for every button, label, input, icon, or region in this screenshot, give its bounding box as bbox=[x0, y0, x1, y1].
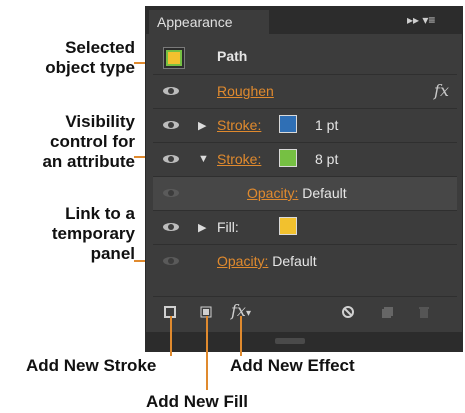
callout-add-new-stroke: Add New Stroke bbox=[26, 356, 157, 375]
panel-menu-controls[interactable]: ▸▸ ▾≡ bbox=[407, 13, 435, 27]
opacity-link[interactable]: Opacity: bbox=[247, 185, 298, 201]
stroke-link[interactable]: Stroke: bbox=[217, 117, 261, 133]
disclosure-triangle-down-icon[interactable]: ▼ bbox=[198, 153, 209, 165]
duplicate-selected-item-icon[interactable] bbox=[381, 305, 395, 319]
opacity-link[interactable]: Opacity: bbox=[217, 253, 268, 269]
row-stroke-opacity[interactable]: Opacity: Default bbox=[153, 176, 457, 210]
callout-selected-object-type: Selected object type bbox=[45, 38, 135, 77]
visibility-eye-icon[interactable] bbox=[163, 255, 179, 267]
row-stroke-8pt[interactable]: ▼ Stroke: 8 pt bbox=[153, 142, 457, 176]
callout-line-add-fill bbox=[206, 316, 208, 390]
row-opacity[interactable]: Opacity: Default bbox=[153, 244, 457, 278]
callout-link-temporary-panel: Link to a temporary panel bbox=[51, 204, 135, 263]
row-roughen[interactable]: Roughen fx bbox=[153, 74, 457, 108]
effect-link-roughen[interactable]: Roughen bbox=[217, 83, 274, 99]
row-path: Path bbox=[153, 40, 457, 74]
visibility-eye-icon[interactable] bbox=[163, 153, 179, 165]
panel-resize-bar[interactable] bbox=[145, 332, 463, 352]
visibility-eye-icon[interactable] bbox=[163, 221, 179, 233]
stroke-link[interactable]: Stroke: bbox=[217, 151, 261, 167]
selected-object-thumbnail bbox=[163, 47, 185, 69]
disclosure-triangle-right-icon[interactable]: ▶ bbox=[198, 119, 206, 132]
stroke-color-swatch[interactable] bbox=[279, 149, 297, 167]
opacity-value[interactable]: Default bbox=[272, 253, 316, 269]
object-type-label: Path bbox=[217, 48, 248, 64]
visibility-eye-icon[interactable] bbox=[163, 119, 179, 131]
add-new-effect-icon[interactable]: fx▾ bbox=[231, 301, 255, 320]
row-stroke-1pt[interactable]: ▶ Stroke: 1 pt bbox=[153, 108, 457, 142]
clear-appearance-icon[interactable] bbox=[341, 305, 355, 319]
stroke-weight-value[interactable]: 1 pt bbox=[315, 117, 338, 133]
callout-visibility-control: Visibility control for an attribute bbox=[42, 112, 135, 171]
tab-appearance[interactable]: Appearance bbox=[149, 10, 269, 34]
opacity-value[interactable]: Default bbox=[302, 185, 346, 201]
appearance-panel: Appearance ▸▸ ▾≡ Path Roughen fx ▶ Strok… bbox=[145, 6, 463, 352]
panel-bottom-toolbar: fx▾ bbox=[153, 296, 457, 327]
row-fill[interactable]: ▶ Fill: bbox=[153, 210, 457, 244]
visibility-eye-icon[interactable] bbox=[163, 85, 179, 97]
stroke-weight-value[interactable]: 8 pt bbox=[315, 151, 338, 167]
disclosure-triangle-right-icon[interactable]: ▶ bbox=[198, 221, 206, 234]
callout-add-new-fill: Add New Fill bbox=[146, 392, 248, 411]
callout-add-new-effect: Add New Effect bbox=[230, 356, 355, 375]
fill-color-swatch[interactable] bbox=[279, 217, 297, 235]
delete-selected-item-icon[interactable] bbox=[417, 305, 431, 319]
visibility-eye-icon[interactable] bbox=[163, 187, 179, 199]
fx-icon[interactable]: fx bbox=[434, 81, 449, 100]
opacity-label[interactable]: Opacity: Default bbox=[247, 185, 347, 201]
opacity-label[interactable]: Opacity: Default bbox=[217, 253, 317, 269]
callout-line-add-stroke bbox=[170, 316, 172, 356]
callout-line-add-effect bbox=[240, 316, 242, 356]
fill-label[interactable]: Fill: bbox=[217, 219, 239, 235]
resize-grip-icon[interactable] bbox=[275, 338, 305, 344]
panel-tabbar: Appearance ▸▸ ▾≡ bbox=[145, 6, 463, 34]
stroke-color-swatch[interactable] bbox=[279, 115, 297, 133]
